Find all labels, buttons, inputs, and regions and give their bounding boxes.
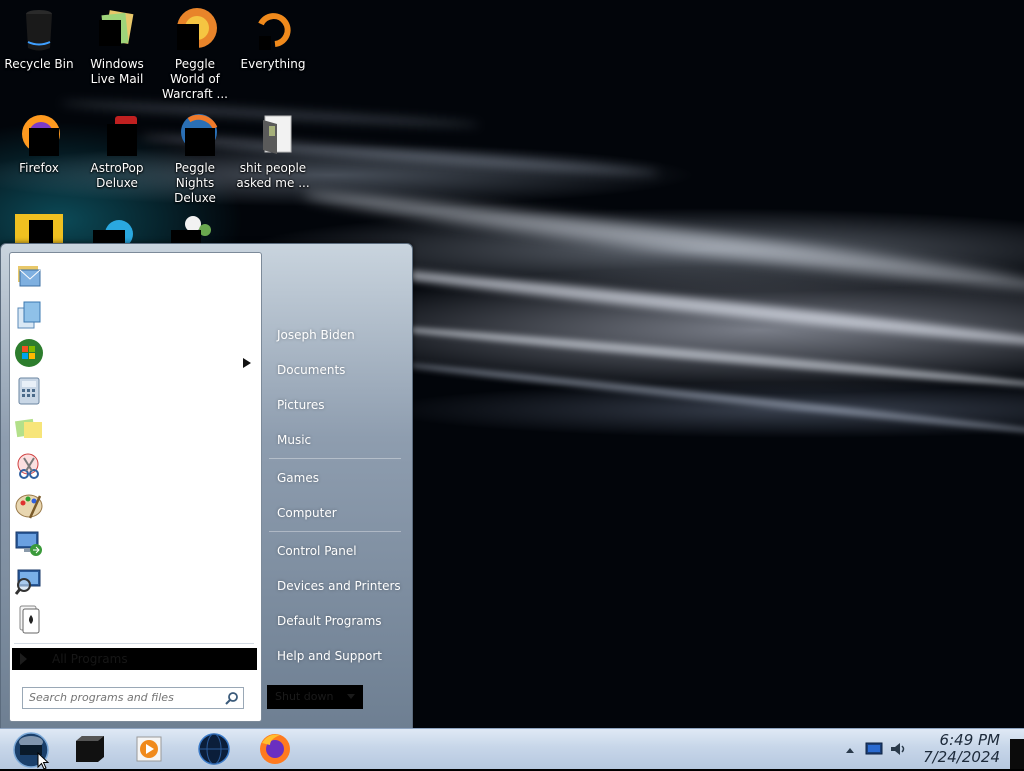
start-program-item[interactable]: [12, 335, 252, 371]
start-place-help-and-support[interactable]: Help and Support: [277, 649, 382, 663]
start-place-devices-and-printers[interactable]: Devices and Printers: [277, 579, 401, 593]
desktop-icon-shit-people-asked-me[interactable]: shit people asked me ...: [234, 110, 312, 191]
desktop-icon-label: Windows Live Mail: [90, 57, 144, 86]
mail-icon: [18, 266, 41, 287]
all-programs-label: All Programs: [52, 652, 128, 666]
desktop-icon-recycle-bin[interactable]: Recycle Bin: [0, 6, 78, 72]
paint-icon: [15, 494, 43, 519]
desktop-icon-label: Firefox: [19, 161, 59, 175]
media-player-icon: [136, 736, 162, 762]
search-box[interactable]: [22, 687, 244, 709]
remote-desktop-icon: [15, 531, 42, 556]
firefox-icon: [15, 110, 63, 158]
globe-icon: [198, 733, 230, 765]
divider: [269, 458, 401, 459]
clock-date: 7/24/2024: [923, 748, 1000, 766]
sticky-notes-icon: [14, 418, 42, 438]
clock-time: 6:49 PM: [939, 731, 1000, 749]
start-program-item[interactable]: [12, 411, 252, 447]
start-program-item[interactable]: [12, 601, 252, 637]
getting-started-icon: [17, 301, 41, 329]
volume-icon[interactable]: [889, 740, 907, 758]
wallpaper-streak: [360, 320, 1024, 394]
desktop-icon-firefox[interactable]: Firefox: [0, 110, 78, 176]
astropop-icon: [93, 110, 141, 158]
start-menu-places-pane: Joseph Biden Documents Pictures Music Ga…: [263, 244, 411, 729]
shutdown-button[interactable]: Shut down: [267, 685, 363, 709]
start-program-item[interactable]: [12, 525, 252, 561]
desktop-icon-peggle-nights-deluxe[interactable]: Peggle Nights Deluxe: [156, 110, 234, 206]
start-place-user[interactable]: Joseph Biden: [277, 328, 355, 342]
play-arrow-icon: [20, 653, 27, 665]
solitaire-icon: [19, 605, 40, 634]
media-center-icon: [76, 736, 104, 762]
divider: [269, 531, 401, 532]
recycle-bin-icon: [15, 6, 63, 54]
start-program-item[interactable]: [12, 563, 252, 599]
desktop-icon-peggle-world-of-warcraft[interactable]: Peggle World of Warcraft ...: [156, 6, 234, 102]
folder-shortcut-icon: [249, 110, 297, 158]
start-place-music[interactable]: Music: [277, 433, 311, 447]
search-icon[interactable]: [225, 691, 239, 705]
desktop-icon-everything[interactable]: Everything: [234, 6, 312, 72]
peggle-icon: [171, 6, 219, 54]
taskbar-globe[interactable]: [186, 731, 242, 767]
everything-search-icon: [249, 6, 297, 54]
wallpaper-streak: [331, 260, 1024, 354]
mouse-cursor-icon: [37, 752, 50, 770]
system-clock[interactable]: 6:49 PM 7/24/2024: [910, 732, 1000, 766]
start-place-pictures[interactable]: Pictures: [277, 398, 325, 412]
taskbar-media-player[interactable]: [122, 731, 178, 767]
start-place-default-programs[interactable]: Default Programs: [277, 614, 382, 628]
desktop-icon-label: Peggle Nights Deluxe: [174, 161, 216, 205]
desktop-icon-label: shit people asked me ...: [236, 161, 310, 190]
start-program-item[interactable]: [12, 259, 252, 295]
desktop-icon-label: Everything: [240, 57, 306, 71]
start-menu-programs-pane: All Programs: [9, 252, 262, 722]
start-program-item[interactable]: [12, 297, 252, 368]
firefox-icon: [260, 734, 290, 764]
desktop-icon-label: Peggle World of Warcraft ...: [162, 57, 228, 101]
windows-logo-icon: [15, 339, 43, 367]
start-place-control-panel[interactable]: Control Panel: [277, 544, 357, 558]
divider: [14, 643, 254, 644]
desktop-icon-partial[interactable]: [93, 216, 141, 248]
taskbar-firefox[interactable]: [248, 731, 304, 767]
start-program-item[interactable]: [12, 449, 252, 485]
chevron-down-icon[interactable]: [347, 694, 355, 699]
show-desktop-button[interactable]: [1010, 739, 1024, 769]
desktop-icon-label: AstroPop Deluxe: [90, 161, 144, 190]
start-place-computer[interactable]: Computer: [277, 506, 337, 520]
wallpaper-streak: [381, 358, 1024, 440]
all-programs-button[interactable]: All Programs: [12, 648, 257, 670]
network-icon[interactable]: [865, 742, 883, 756]
desktop-icon-partial[interactable]: [15, 214, 63, 244]
mail-icon: [93, 6, 141, 54]
snipping-tool-icon: [17, 453, 39, 479]
desktop-icon-windows-live-mail[interactable]: Windows Live Mail: [78, 6, 156, 87]
taskbar: 6:49 PM 7/24/2024: [0, 728, 1024, 769]
show-hidden-icons-arrow-icon[interactable]: [845, 746, 855, 754]
peggle-nights-icon: [171, 110, 219, 158]
start-program-item[interactable]: [12, 487, 252, 523]
magnifier-icon: [14, 569, 41, 595]
desktop-icon-partial[interactable]: [171, 212, 219, 244]
start-menu: All Programs Joseph Biden Documents Pict…: [0, 243, 413, 730]
start-place-documents[interactable]: Documents: [277, 363, 345, 377]
start-place-games[interactable]: Games: [277, 471, 319, 485]
taskbar-media-center[interactable]: [62, 731, 118, 767]
calculator-icon: [18, 377, 40, 405]
desktop-icon-astropop-deluxe[interactable]: AstroPop Deluxe: [78, 110, 156, 191]
search-input[interactable]: [23, 688, 219, 706]
shutdown-label: Shut down: [275, 690, 334, 703]
start-program-item[interactable]: [12, 373, 252, 409]
desktop-icon-label: Recycle Bin: [4, 57, 74, 71]
